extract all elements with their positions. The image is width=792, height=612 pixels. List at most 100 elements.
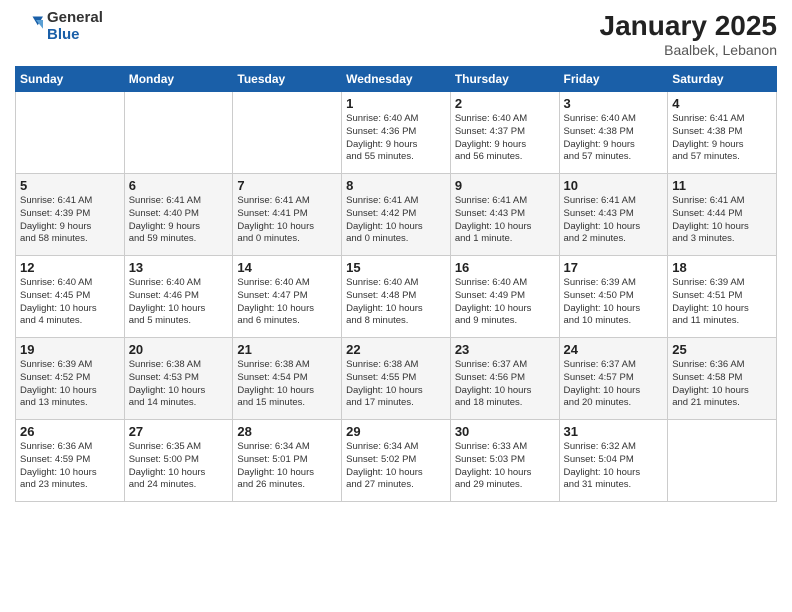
calendar-cell: 22Sunrise: 6:38 AM Sunset: 4:55 PM Dayli… (342, 338, 451, 420)
calendar-cell (233, 92, 342, 174)
calendar-cell: 6 Sunrise: 6:41 AM Sunset: 4:40 PM Daylig… (124, 174, 233, 256)
day-number: 8 (346, 178, 446, 193)
calendar-cell: 21 Sunrise: 6:38 AM Sunset: 4:54 PM Dayli… (233, 338, 342, 420)
day-info: Sunrise: 6:36 AM Sunset: 4:59 PM Dayligh… (20, 441, 120, 492)
day-number: 5 (20, 178, 120, 193)
day-number: 3 (564, 96, 664, 111)
day-number: 24 (564, 342, 664, 357)
day-info: Sunrise: 6:40 AM Sunset: 4:36 PM Dayligh… (346, 113, 446, 164)
day-number: 4 (672, 96, 772, 111)
calendar-cell: 4Sunrise: 6:41 AM Sunset: 4:38 PM Daylig… (668, 92, 777, 174)
day-number: 12 (20, 260, 120, 275)
calendar-cell: 26 Sunrise: 6:36 AM Sunset: 4:59 PM Dayli… (16, 420, 125, 502)
day-info: Sunrise: 6:40 AM Sunset: 4:45 PM Dayligh… (20, 277, 120, 328)
day-info: Sunrise: 6:40 AM Sunset: 4:47 PM Dayligh… (237, 277, 337, 328)
calendar-cell: 11 Sunrise: 6:41 AM Sunset: 4:44 PM Dayli… (668, 174, 777, 256)
day-number: 7 (237, 178, 337, 193)
calendar-cell (124, 92, 233, 174)
day-info: Sunrise: 6:40 AM Sunset: 4:46 PM Dayligh… (129, 277, 229, 328)
calendar-cell: 31 Sunrise: 6:32 AM Sunset: 5:04 PM Dayli… (559, 420, 668, 502)
header: General Blue January 2025 Baalbek, Leban… (15, 10, 777, 58)
calendar-cell (668, 420, 777, 502)
logo-icon (15, 13, 43, 41)
day-info: Sunrise: 6:41 AM Sunset: 4:43 PM Dayligh… (564, 195, 664, 246)
calendar-week-row: 19 Sunrise: 6:39 AM Sunset: 4:52 PM Dayli… (16, 338, 777, 420)
calendar-week-row: 26 Sunrise: 6:36 AM Sunset: 4:59 PM Dayli… (16, 420, 777, 502)
day-info: Sunrise: 6:33 AM Sunset: 5:03 PM Dayligh… (455, 441, 555, 492)
day-info: Sunrise: 6:38 AM Sunset: 4:55 PM Dayligh… (346, 359, 446, 410)
calendar-cell: 13 Sunrise: 6:40 AM Sunset: 4:46 PM Dayli… (124, 256, 233, 338)
day-info: Sunrise: 6:41 AM Sunset: 4:44 PM Dayligh… (672, 195, 772, 246)
calendar-cell: 19 Sunrise: 6:39 AM Sunset: 4:52 PM Dayli… (16, 338, 125, 420)
calendar-cell: 30 Sunrise: 6:33 AM Sunset: 5:03 PM Dayli… (450, 420, 559, 502)
calendar-cell: 5Sunrise: 6:41 AM Sunset: 4:39 PM Daylig… (16, 174, 125, 256)
day-info: Sunrise: 6:34 AM Sunset: 5:02 PM Dayligh… (346, 441, 446, 492)
calendar-cell: 29 Sunrise: 6:34 AM Sunset: 5:02 PM Dayli… (342, 420, 451, 502)
day-info: Sunrise: 6:37 AM Sunset: 4:56 PM Dayligh… (455, 359, 555, 410)
title-block: January 2025 Baalbek, Lebanon (600, 10, 777, 58)
day-info: Sunrise: 6:34 AM Sunset: 5:01 PM Dayligh… (237, 441, 337, 492)
calendar-week-row: 1 Sunrise: 6:40 AM Sunset: 4:36 PM Daylig… (16, 92, 777, 174)
day-number: 6 (129, 178, 229, 193)
day-header-saturday: Saturday (668, 67, 777, 92)
day-info: Sunrise: 6:40 AM Sunset: 4:38 PM Dayligh… (564, 113, 664, 164)
calendar-cell: 8 Sunrise: 6:41 AM Sunset: 4:42 PM Daylig… (342, 174, 451, 256)
calendar-cell: 14 Sunrise: 6:40 AM Sunset: 4:47 PM Dayli… (233, 256, 342, 338)
day-info: Sunrise: 6:39 AM Sunset: 4:51 PM Dayligh… (672, 277, 772, 328)
logo: General Blue (15, 10, 103, 43)
calendar-cell: 20Sunrise: 6:38 AM Sunset: 4:53 PM Dayli… (124, 338, 233, 420)
day-number: 1 (346, 96, 446, 111)
day-number: 31 (564, 424, 664, 439)
calendar-cell: 17Sunrise: 6:39 AM Sunset: 4:50 PM Dayli… (559, 256, 668, 338)
day-number: 14 (237, 260, 337, 275)
calendar-cell: 10 Sunrise: 6:41 AM Sunset: 4:43 PM Dayli… (559, 174, 668, 256)
day-header-monday: Monday (124, 67, 233, 92)
calendar-week-row: 12 Sunrise: 6:40 AM Sunset: 4:45 PM Dayli… (16, 256, 777, 338)
logo-blue: Blue (47, 27, 103, 44)
day-info: Sunrise: 6:41 AM Sunset: 4:41 PM Dayligh… (237, 195, 337, 246)
calendar-cell: 18 Sunrise: 6:39 AM Sunset: 4:51 PM Dayli… (668, 256, 777, 338)
month-year: January 2025 (600, 10, 777, 42)
calendar-cell: 7 Sunrise: 6:41 AM Sunset: 4:41 PM Daylig… (233, 174, 342, 256)
calendar-cell: 1 Sunrise: 6:40 AM Sunset: 4:36 PM Daylig… (342, 92, 451, 174)
day-info: Sunrise: 6:40 AM Sunset: 4:37 PM Dayligh… (455, 113, 555, 164)
day-number: 9 (455, 178, 555, 193)
day-info: Sunrise: 6:32 AM Sunset: 5:04 PM Dayligh… (564, 441, 664, 492)
calendar-cell: 24Sunrise: 6:37 AM Sunset: 4:57 PM Dayli… (559, 338, 668, 420)
day-number: 19 (20, 342, 120, 357)
logo-general: General (47, 10, 103, 27)
day-number: 16 (455, 260, 555, 275)
day-info: Sunrise: 6:39 AM Sunset: 4:52 PM Dayligh… (20, 359, 120, 410)
day-number: 26 (20, 424, 120, 439)
calendar-week-row: 5Sunrise: 6:41 AM Sunset: 4:39 PM Daylig… (16, 174, 777, 256)
day-number: 27 (129, 424, 229, 439)
day-number: 15 (346, 260, 446, 275)
day-header-friday: Friday (559, 67, 668, 92)
calendar-cell: 28Sunrise: 6:34 AM Sunset: 5:01 PM Dayli… (233, 420, 342, 502)
day-number: 21 (237, 342, 337, 357)
day-number: 2 (455, 96, 555, 111)
day-info: Sunrise: 6:41 AM Sunset: 4:40 PM Dayligh… (129, 195, 229, 246)
calendar-cell: 23Sunrise: 6:37 AM Sunset: 4:56 PM Dayli… (450, 338, 559, 420)
day-info: Sunrise: 6:39 AM Sunset: 4:50 PM Dayligh… (564, 277, 664, 328)
calendar-header-row: SundayMondayTuesdayWednesdayThursdayFrid… (16, 67, 777, 92)
day-number: 11 (672, 178, 772, 193)
day-number: 13 (129, 260, 229, 275)
day-info: Sunrise: 6:41 AM Sunset: 4:42 PM Dayligh… (346, 195, 446, 246)
day-header-tuesday: Tuesday (233, 67, 342, 92)
calendar-cell: 27Sunrise: 6:35 AM Sunset: 5:00 PM Dayli… (124, 420, 233, 502)
calendar-cell: 16Sunrise: 6:40 AM Sunset: 4:49 PM Dayli… (450, 256, 559, 338)
day-number: 10 (564, 178, 664, 193)
day-header-thursday: Thursday (450, 67, 559, 92)
day-number: 30 (455, 424, 555, 439)
day-info: Sunrise: 6:36 AM Sunset: 4:58 PM Dayligh… (672, 359, 772, 410)
day-number: 25 (672, 342, 772, 357)
day-number: 29 (346, 424, 446, 439)
calendar-table: SundayMondayTuesdayWednesdayThursdayFrid… (15, 66, 777, 502)
day-info: Sunrise: 6:38 AM Sunset: 4:54 PM Dayligh… (237, 359, 337, 410)
day-number: 18 (672, 260, 772, 275)
calendar-cell: 3 Sunrise: 6:40 AM Sunset: 4:38 PM Daylig… (559, 92, 668, 174)
calendar-cell: 12 Sunrise: 6:40 AM Sunset: 4:45 PM Dayli… (16, 256, 125, 338)
day-header-sunday: Sunday (16, 67, 125, 92)
calendar-cell: 9Sunrise: 6:41 AM Sunset: 4:43 PM Daylig… (450, 174, 559, 256)
